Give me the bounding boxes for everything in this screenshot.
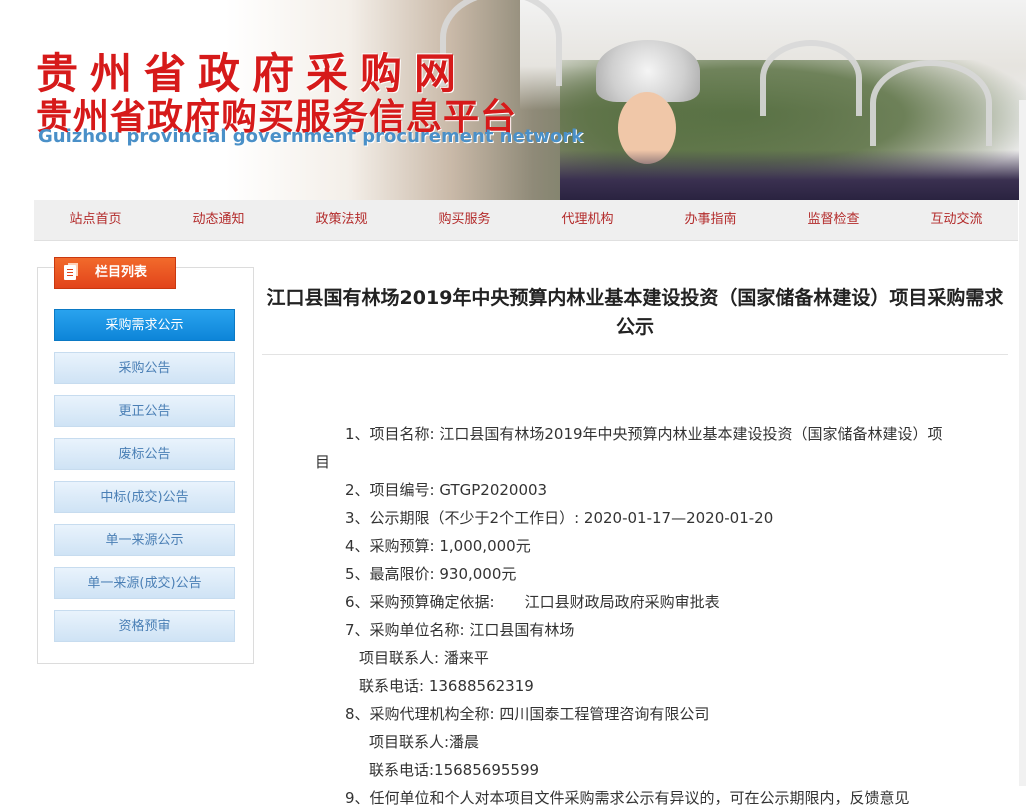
item-project-name: 1、项目名称: 江口县国有林场2019年中央预算内林业基本建设投资（国家储备林建… [315,420,955,476]
nav-policy[interactable]: 政策法规 [280,200,403,240]
nav-interaction[interactable]: 互动交流 [895,200,1018,240]
sidebar-header: 栏目列表 [54,257,176,289]
main-nav: 站点首页 动态通知 政策法规 购买服务 代理机构 办事指南 监督检查 互动交流 [34,200,1018,241]
nav-purchase-service[interactable]: 购买服务 [403,200,526,240]
nav-agency[interactable]: 代理机构 [526,200,649,240]
item-notice-period: 3、公示期限（不少于2个工作日）: 2020-01-17—2020-01-20 [345,509,774,527]
banner-crowd [560,150,1026,200]
banner-headdress-horn [760,40,862,116]
sidebar-item-award-notice[interactable]: 中标(成交)公告 [54,481,235,513]
sidebar-item-single-source-notice[interactable]: 单一来源公示 [54,524,235,556]
item-budget-basis: 6、采购预算确定依据: 江口县财政局政府采购审批表 [345,593,720,611]
article-body: 1、项目名称: 江口县国有林场2019年中央预算内林业基本建设投资（国家储备林建… [315,420,955,812]
item-budget: 4、采购预算: 1,000,000元 [345,537,531,555]
item-max-price: 5、最高限价: 930,000元 [345,565,517,583]
banner-headdress-horn [870,60,992,146]
nav-supervision[interactable]: 监督检查 [772,200,895,240]
sidebar-item-abandoned-bid[interactable]: 废标公告 [54,438,235,470]
sidebar-menu: 采购需求公示 采购公告 更正公告 废标公告 中标(成交)公告 单一来源公示 单一… [54,309,235,653]
item-project-name-text: 1、项目名称: 江口县国有林场2019年中央预算内林业基本建设投资（国家储备林建… [315,425,943,471]
sidebar-item-procurement-notice[interactable]: 采购公告 [54,352,235,384]
item-purchaser-phone: 联系电话: 13688562319 [359,677,534,695]
item-purchaser-contact: 项目联系人: 潘来平 [359,649,489,667]
item-agency-phone: 联系电话:15685695599 [369,761,540,779]
nav-guide[interactable]: 办事指南 [649,200,772,240]
article-title: 江口县国有林场2019年中央预算内林业基本建设投资（国家储备林建设）项目采购需求… [266,287,1004,338]
sidebar-header-label: 栏目列表 [95,265,148,280]
item-agency-name: 8、采购代理机构全称: 四川国泰工程管理咨询有限公司 [345,705,710,723]
item-project-number: 2、项目编号: GTGP2020003 [345,481,548,499]
item-agency-contact: 项目联系人:潘晨 [369,733,480,751]
sidebar-item-demand-notice[interactable]: 采购需求公示 [54,309,235,341]
item-objection-note: 9、任何单位和个人对本项目文件采购需求公示有异议的，可在公示期限内，反馈意见 [345,789,910,807]
site-banner: 贵州省政府采购网 贵州省政府购买服务信息平台 Guizhou provincia… [0,0,1026,200]
item-purchaser-name: 7、采购单位名称: 江口县国有林场 [345,621,575,639]
site-title-en: Guizhou provincial government procuremen… [38,126,584,147]
title-divider [262,354,1008,355]
document-list-icon [64,265,76,280]
nav-news[interactable]: 动态通知 [157,200,280,240]
page-scrollbar[interactable] [1019,100,1026,786]
sidebar-item-single-source-award[interactable]: 单一来源(成交)公告 [54,567,235,599]
sidebar-item-correction-notice[interactable]: 更正公告 [54,395,235,427]
sidebar-item-prequalification[interactable]: 资格预审 [54,610,235,642]
nav-home[interactable]: 站点首页 [34,200,157,240]
